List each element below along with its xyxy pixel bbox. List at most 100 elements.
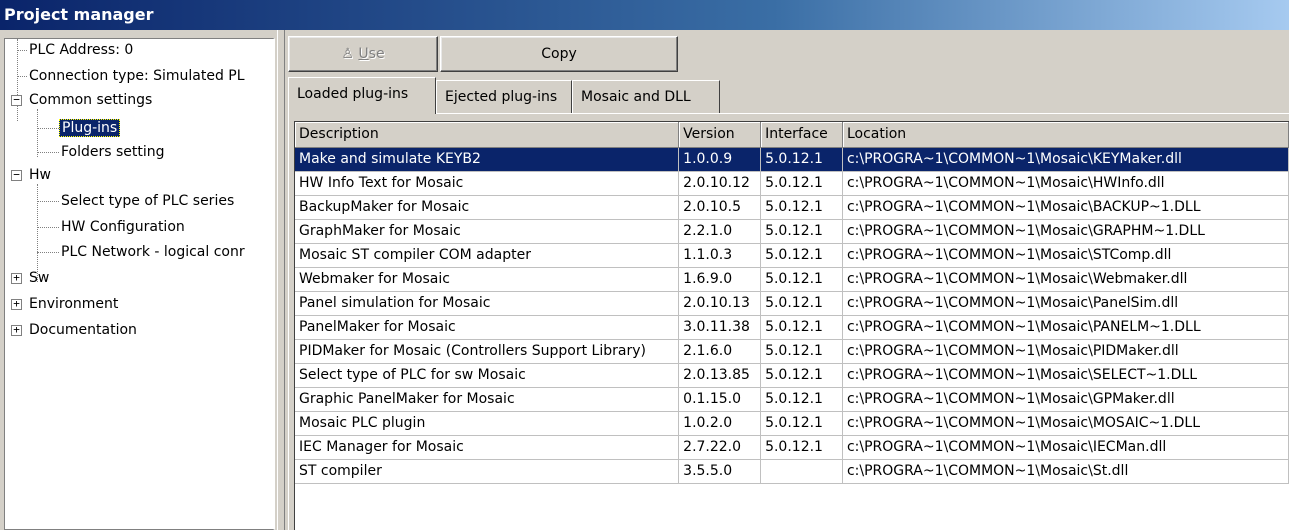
table-row[interactable]: IEC Manager for Mosaic 2.7.22.0 5.0.12.1 c:… — [295, 435, 1289, 460]
table-row[interactable]: PanelMaker for Mosaic 3.0.11.38 5.0.12.1 c:… — [295, 315, 1289, 340]
copy-button[interactable]: Copy — [440, 36, 678, 72]
cell-location: c:\PROGRA~1\COMMON~1\Mosaic\BACKUP~1.DLL — [842, 195, 1289, 220]
expand-icon[interactable]: + — [11, 272, 22, 284]
cell-version: 1.0.2.0 — [678, 411, 762, 436]
cell-interface: 5.0.12.1 — [760, 267, 843, 292]
tree-connector — [37, 152, 59, 153]
table-row[interactable]: PIDMaker for Mosaic (Controllers Support… — [295, 339, 1289, 364]
tab-ejected-plugins[interactable]: Ejected plug-ins — [436, 80, 572, 114]
tree-connector — [37, 252, 59, 253]
cell-description: PIDMaker for Mosaic (Controllers Support… — [295, 339, 680, 364]
cell-version: 2.7.22.0 — [678, 435, 762, 460]
cell-interface: 5.0.12.1 — [760, 435, 843, 460]
cell-version: 0.1.15.0 — [678, 387, 762, 412]
column-header-description[interactable]: Description — [295, 122, 680, 148]
cell-location: c:\PROGRA~1\COMMON~1\Mosaic\SELECT~1.DLL — [842, 363, 1289, 388]
tree-connector — [37, 109, 38, 157]
table-row[interactable]: Select type of PLC for sw Mosaic 2.0.13.8… — [295, 363, 1289, 388]
cell-location: c:\PROGRA~1\COMMON~1\Mosaic\PANELM~1.DLL — [842, 315, 1289, 340]
column-header-location[interactable]: Location — [842, 122, 1289, 148]
column-header-version[interactable]: Version — [678, 122, 762, 148]
tree-item-label: Select type of PLC series — [61, 193, 235, 209]
table-row[interactable]: Mosaic ST compiler COM adapter 1.1.0.3 5.0… — [295, 243, 1289, 268]
tree-item-label: Environment — [29, 296, 119, 312]
table-row[interactable]: Panel simulation for Mosaic 2.0.10.13 5.0.… — [295, 291, 1289, 316]
cell-interface: 5.0.12.1 — [760, 195, 843, 220]
tree-item-hw[interactable]: Hw — [27, 164, 53, 186]
tree-item-hw-configuration[interactable]: HW Configuration — [59, 216, 187, 238]
cell-description: BackupMaker for Mosaic — [295, 195, 680, 220]
table-row[interactable]: Mosaic PLC plugin 1.0.2.0 5.0.12.1 c:\PROGR… — [295, 411, 1289, 436]
table-row[interactable]: ST compiler 3.5.5.0 c:\PROGRA~1\COMMON~1\M… — [295, 459, 1289, 484]
cell-version: 2.1.6.0 — [678, 339, 762, 364]
table-row[interactable]: HW Info Text for Mosaic 2.0.10.12 5.0.12.1… — [295, 171, 1289, 196]
tree-item-label: Folders setting — [61, 144, 165, 160]
cell-version: 2.0.10.12 — [678, 171, 762, 196]
tab-loaded-plugins[interactable]: Loaded plug-ins — [288, 77, 436, 114]
cell-description: GraphMaker for Mosaic — [295, 219, 680, 244]
cell-version: 3.5.5.0 — [678, 459, 762, 484]
collapse-icon[interactable]: − — [11, 94, 22, 106]
tree-connector — [37, 128, 59, 129]
cell-description: HW Info Text for Mosaic — [295, 171, 680, 196]
cell-description: ST compiler — [295, 459, 680, 484]
cell-interface: 5.0.12.1 — [760, 363, 843, 388]
plugins-table[interactable]: Description Version Interface Location M… — [294, 121, 1289, 530]
cell-description: IEC Manager for Mosaic — [295, 435, 680, 460]
cell-version: 3.0.11.38 — [678, 315, 762, 340]
expand-icon[interactable]: + — [11, 298, 22, 310]
table-row[interactable]: Make and simulate KEYB2 1.0.0.9 5.0.12.1 c:… — [295, 147, 1289, 172]
tree-connector — [17, 76, 27, 77]
tree-item-label: Hw — [29, 167, 51, 183]
cell-interface: 5.0.12.1 — [760, 243, 843, 268]
cell-location: c:\PROGRA~1\COMMON~1\Mosaic\HWInfo.dll — [842, 171, 1289, 196]
tree-item-plc-address[interactable]: PLC Address: 0 — [27, 39, 135, 61]
tree-item-label: HW Configuration — [61, 219, 185, 235]
cell-version: 2.0.13.85 — [678, 363, 762, 388]
tree-item-label: Connection type: Simulated PL — [29, 68, 245, 84]
cell-interface: 5.0.12.1 — [760, 411, 843, 436]
tab-mosaic-and-dll[interactable]: Mosaic and DLL — [572, 80, 720, 114]
collapse-icon[interactable]: − — [11, 169, 22, 181]
cell-location: c:\PROGRA~1\COMMON~1\Mosaic\KEYMaker.dll — [842, 147, 1289, 172]
tree-item-environment[interactable]: Environment — [27, 293, 120, 315]
tree-item-label: Sw — [29, 270, 50, 286]
cell-interface: 5.0.12.1 — [760, 315, 843, 340]
tree-connector — [17, 50, 27, 51]
tree-item-documentation[interactable]: Documentation — [27, 319, 139, 341]
tree-connector — [37, 227, 59, 228]
tree-item-label: Common settings — [29, 92, 153, 108]
tree-item-plugins[interactable]: Plug-ins — [59, 117, 121, 139]
cell-location: c:\PROGRA~1\COMMON~1\Mosaic\MOSAIC~1.DLL — [842, 411, 1289, 436]
tree-item-folders-setting[interactable]: Folders setting — [59, 141, 167, 163]
cell-interface: 5.0.12.1 — [760, 171, 843, 196]
expand-icon[interactable]: + — [11, 324, 22, 336]
tree-item-plc-network[interactable]: PLC Network - logical conr — [59, 241, 247, 263]
table-row[interactable]: BackupMaker for Mosaic 2.0.10.5 5.0.12.1 c:… — [295, 195, 1289, 220]
cell-version: 2.0.10.5 — [678, 195, 762, 220]
cell-location: c:\PROGRA~1\COMMON~1\Mosaic\PIDMaker.dll — [842, 339, 1289, 364]
tree-item-common-settings[interactable]: Common settings — [27, 89, 154, 111]
table-row[interactable]: Webmaker for Mosaic 1.6.9.0 5.0.12.1 c:\PRO… — [295, 267, 1289, 292]
cell-interface: 5.0.12.1 — [760, 339, 843, 364]
table-row[interactable]: GraphMaker for Mosaic 2.2.1.0 5.0.12.1 c:\P… — [295, 219, 1289, 244]
project-tree[interactable]: PLC Address: 0 Connection type: Simulate… — [4, 38, 275, 530]
use-button[interactable]: ♙ Use — [288, 36, 438, 72]
cell-interface — [760, 459, 843, 484]
cell-location: c:\PROGRA~1\COMMON~1\Mosaic\IECMan.dll — [842, 435, 1289, 460]
tree-item-label: PLC Address: 0 — [29, 42, 134, 58]
cell-description: Webmaker for Mosaic — [295, 267, 680, 292]
table-header-row: Description Version Interface Location — [295, 122, 1289, 148]
use-button-label: se — [368, 46, 385, 62]
tree-item-label: Plug-ins — [59, 119, 121, 137]
cell-version: 2.0.10.13 — [678, 291, 762, 316]
table-row[interactable]: Graphic PanelMaker for Mosaic 0.1.15.0 5.0… — [295, 387, 1289, 412]
tree-item-sw[interactable]: Sw — [27, 267, 51, 289]
cell-description: Panel simulation for Mosaic — [295, 291, 680, 316]
column-header-interface[interactable]: Interface — [760, 122, 843, 148]
tree-item-select-type[interactable]: Select type of PLC series — [59, 190, 236, 212]
tree-item-connection-type[interactable]: Connection type: Simulated PL — [27, 65, 247, 87]
panel-splitter[interactable] — [277, 30, 285, 530]
cell-location: c:\PROGRA~1\COMMON~1\Mosaic\PanelSim.dll — [842, 291, 1289, 316]
window-title: Project manager — [0, 0, 1289, 30]
